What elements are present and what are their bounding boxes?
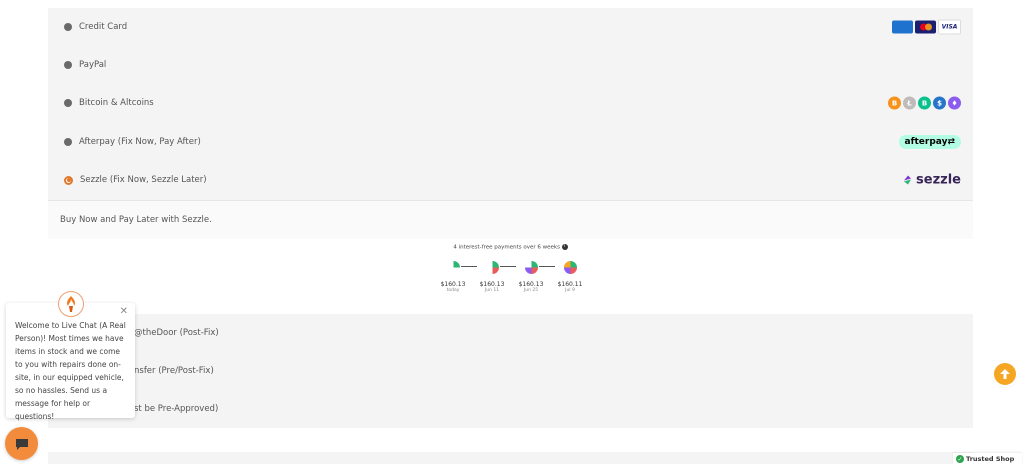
card-logos: VISA [892,19,961,35]
payment-option-pre-approved[interactable]: st be Pre-Approved) [48,390,973,428]
payment-date: Jun 25 [523,288,539,293]
chat-launcher-button[interactable] [5,427,38,460]
bitcoin-icon: B [888,96,901,110]
payment-date: Jun 11 [484,288,500,293]
payment-option-crypto[interactable]: Bitcoin & Altcoins B Ł B $ ♦ [48,84,973,122]
payment-option-label: Bitcoin & Altcoins [79,98,154,108]
payment-amount: $160.13 [440,281,466,288]
payment-option-transfer[interactable]: nsfer (Pre/Post-Fix) [48,352,973,390]
sezzle-headline: 4 interest-free payments over 6 weeks i [48,244,973,251]
radio-afterpay[interactable] [64,138,72,146]
litecoin-icon: Ł [903,96,916,110]
radio-sezzle-selected[interactable] [64,175,73,185]
info-icon[interactable]: i [561,244,568,250]
sezzle-description-row: Buy Now and Pay Later with Sezzle. [48,200,973,240]
payment-option-credit-card[interactable]: Credit Card VISA [48,8,973,46]
payment-step: $160.11 Jul 9 [557,259,583,293]
close-icon[interactable]: ✕ [120,306,128,317]
torch-logo-icon [67,296,75,312]
payment-pie-icon [453,261,460,268]
radio-crypto[interactable] [64,99,72,107]
payment-option-label: st be Pre-Approved) [134,404,219,414]
payment-option-label: Afterpay (Fix Now, Pay After) [79,137,201,147]
arrow-up-icon [1000,369,1010,379]
payment-option-label: Sezzle (Fix Now, Sezzle Later) [80,175,207,185]
sezzle-payment-schedule: $160.13 today $160.13 Jun 11 $160.13 Jun 25 $1… [440,259,590,299]
payment-option-label: PayPal [79,60,107,70]
payment-date: Jul 9 [565,288,575,293]
payment-option-paypal[interactable]: PayPal [48,46,973,84]
chat-message: Welcome to Live Chat (A Real Person)! Mo… [15,321,126,421]
trusted-shop-badge[interactable]: ✓ Trusted Shop [953,453,1022,465]
payment-option-at-the-door[interactable]: @theDoor (Post-Fix) [48,314,973,352]
radio-credit-card[interactable] [64,23,72,31]
sezzle-logo: sezzle [902,173,961,188]
payment-amount: $160.13 [518,281,544,288]
schedule-connector [539,266,555,267]
payment-option-label: nsfer (Pre/Post-Fix) [134,366,214,376]
payment-option-label: Credit Card [79,22,128,32]
mastercard-icon [915,20,936,34]
radio-paypal[interactable] [64,61,72,69]
afterpay-arrows-icon: ⇄ [947,137,955,147]
usdc-icon: $ [933,96,946,110]
live-chat-popup[interactable]: ✕ Welcome to Live Chat (A Real Person)! … [6,303,135,421]
visa-icon: VISA [938,19,961,35]
payment-option-sezzle[interactable]: Sezzle (Fix Now, Sezzle Later) sezzle [48,161,973,199]
payment-pie-icon [563,261,577,274]
payment-pie-icon [524,261,538,274]
payment-option-afterpay[interactable]: Afterpay (Fix Now, Pay After) afterpay⇄ [48,123,973,161]
afterpay-logo: afterpay⇄ [898,135,961,149]
payment-methods-panel: Credit Card VISA PayPal Bitcoin & Altcoi… [48,8,973,428]
sezzle-wordmark: sezzle [902,173,961,188]
amex-icon [892,20,913,34]
sezzle-headline-text: 4 interest-free payments over 6 weeks [453,244,560,251]
sezzle-widget: 4 interest-free payments over 6 weeks i … [48,239,973,314]
sezzle-description: Buy Now and Pay Later with Sezzle. [60,215,212,225]
afterpay-wordmark: afterpay [904,137,948,147]
schedule-connector [500,266,516,267]
payment-amount: $160.13 [479,281,505,288]
next-section-bar [48,452,973,464]
ethereum-icon: ♦ [948,96,961,110]
payment-amount: $160.11 [557,281,583,288]
afterpay-badge: afterpay⇄ [898,135,961,149]
payment-step: $160.13 today [440,259,466,293]
payment-date: today [446,288,460,293]
sezzle-mark-icon [904,175,912,185]
sezzle-text: sezzle [916,172,961,188]
chat-agent-avatar [58,291,84,317]
crypto-logos: B Ł B $ ♦ [888,96,961,110]
schedule-connector [461,266,477,267]
bitcoin-cash-icon: B [918,96,931,110]
scroll-to-top-button[interactable] [994,363,1016,385]
check-icon: ✓ [956,455,964,463]
trusted-shop-label: Trusted Shop [966,455,1015,463]
payment-step: $160.13 Jun 11 [479,259,505,293]
payment-step: $160.13 Jun 25 [518,259,544,293]
chat-icon [15,438,28,450]
payment-pie-icon [492,261,499,274]
payment-option-label: @theDoor (Post-Fix) [134,328,219,338]
